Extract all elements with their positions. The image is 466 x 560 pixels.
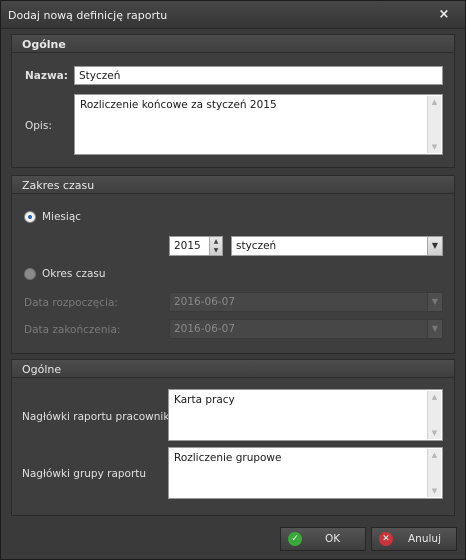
period-radio-label: Okres czasu: [42, 268, 106, 280]
employee-headers-scrollbar[interactable]: ▲ ▼: [427, 391, 441, 439]
time-range-group-header: Zakres czasu: [12, 176, 454, 194]
scroll-down-icon[interactable]: ▼: [428, 485, 441, 497]
time-range-group-title: Zakres czasu: [22, 179, 95, 192]
ok-button[interactable]: ✓ OK: [280, 527, 366, 551]
year-value: 2015: [174, 240, 201, 252]
period-radio[interactable]: [24, 268, 36, 280]
headers-group-title: Ogólne: [22, 363, 62, 376]
ok-button-label: OK: [325, 533, 341, 545]
month-select[interactable]: styczeń ▼: [231, 236, 443, 256]
description-text: Rozliczenie końcowe za styczeń 2015: [80, 99, 277, 111]
window-title: Dodaj nową definicję raportu: [8, 9, 168, 22]
scroll-up-icon[interactable]: ▲: [428, 391, 441, 403]
cancel-button[interactable]: ✕ Anuluj: [371, 527, 457, 551]
scroll-up-icon[interactable]: ▲: [428, 96, 441, 108]
scroll-down-icon[interactable]: ▼: [428, 427, 441, 439]
general-group: Ogólne Nazwa: Styczeń Opis: Rozliczenie …: [11, 34, 455, 168]
chevron-down-icon[interactable]: ▼: [427, 293, 442, 311]
x-circle-icon: ✕: [379, 532, 393, 546]
headers-group: Ogólne Nagłówki raportu pracownika Karta…: [11, 359, 455, 516]
close-icon[interactable]: ×: [437, 8, 451, 22]
dialog-window: Dodaj nową definicję raportu × Ogólne Na…: [0, 0, 466, 560]
year-spinner[interactable]: ▲ ▼: [209, 237, 222, 255]
employee-headers-label: Nagłówki raportu pracownika: [22, 411, 176, 423]
end-date-value: 2016-06-07: [174, 323, 236, 335]
general-group-title: Ogólne: [22, 38, 66, 51]
button-bar: ✓ OK ✕ Anuluj: [1, 521, 465, 559]
year-spin-input[interactable]: 2015 ▲ ▼: [169, 236, 223, 256]
employee-headers-text: Karta pracy: [174, 394, 235, 406]
chevron-down-icon[interactable]: ▼: [427, 320, 442, 338]
description-label: Opis:: [25, 120, 52, 132]
general-group-header: Ogólne: [12, 35, 454, 53]
spin-up-icon[interactable]: ▲: [210, 237, 222, 246]
cancel-button-label: Anuluj: [408, 533, 441, 545]
description-textarea[interactable]: Rozliczenie końcowe za styczeń 2015 ▲ ▼: [74, 94, 443, 155]
headers-group-header: Ogólne: [12, 360, 454, 378]
title-bar: Dodaj nową definicję raportu ×: [1, 1, 465, 29]
start-date-value: 2016-06-07: [174, 296, 236, 308]
end-date-field[interactable]: 2016-06-07 ▼: [169, 319, 443, 339]
group-headers-text: Rozliczenie grupowe: [174, 452, 282, 464]
start-date-field[interactable]: 2016-06-07 ▼: [169, 292, 443, 312]
scroll-down-icon[interactable]: ▼: [428, 141, 441, 153]
time-range-group: Zakres czasu Miesiąc 2015 ▲ ▼ styczeń ▼ …: [11, 175, 455, 354]
month-select-value: styczeń: [236, 240, 277, 252]
group-headers-label: Nagłówki grupy raportu: [22, 468, 147, 480]
group-headers-scrollbar[interactable]: ▲ ▼: [427, 449, 441, 497]
start-date-label: Data rozpoczęcia:: [24, 297, 118, 309]
month-radio-label: Miesiąc: [42, 211, 82, 223]
month-radio[interactable]: [24, 211, 36, 223]
name-input[interactable]: Styczeń: [74, 66, 443, 85]
chevron-down-icon[interactable]: ▼: [427, 237, 442, 255]
check-circle-icon: ✓: [288, 532, 302, 546]
group-headers-textarea[interactable]: Rozliczenie grupowe ▲ ▼: [168, 447, 443, 499]
name-label: Nazwa:: [25, 70, 68, 82]
spin-down-icon[interactable]: ▼: [210, 246, 222, 255]
description-scrollbar[interactable]: ▲ ▼: [427, 96, 441, 153]
end-date-label: Data zakończenia:: [24, 324, 121, 336]
employee-headers-textarea[interactable]: Karta pracy ▲ ▼: [168, 389, 443, 441]
scroll-up-icon[interactable]: ▲: [428, 449, 441, 461]
